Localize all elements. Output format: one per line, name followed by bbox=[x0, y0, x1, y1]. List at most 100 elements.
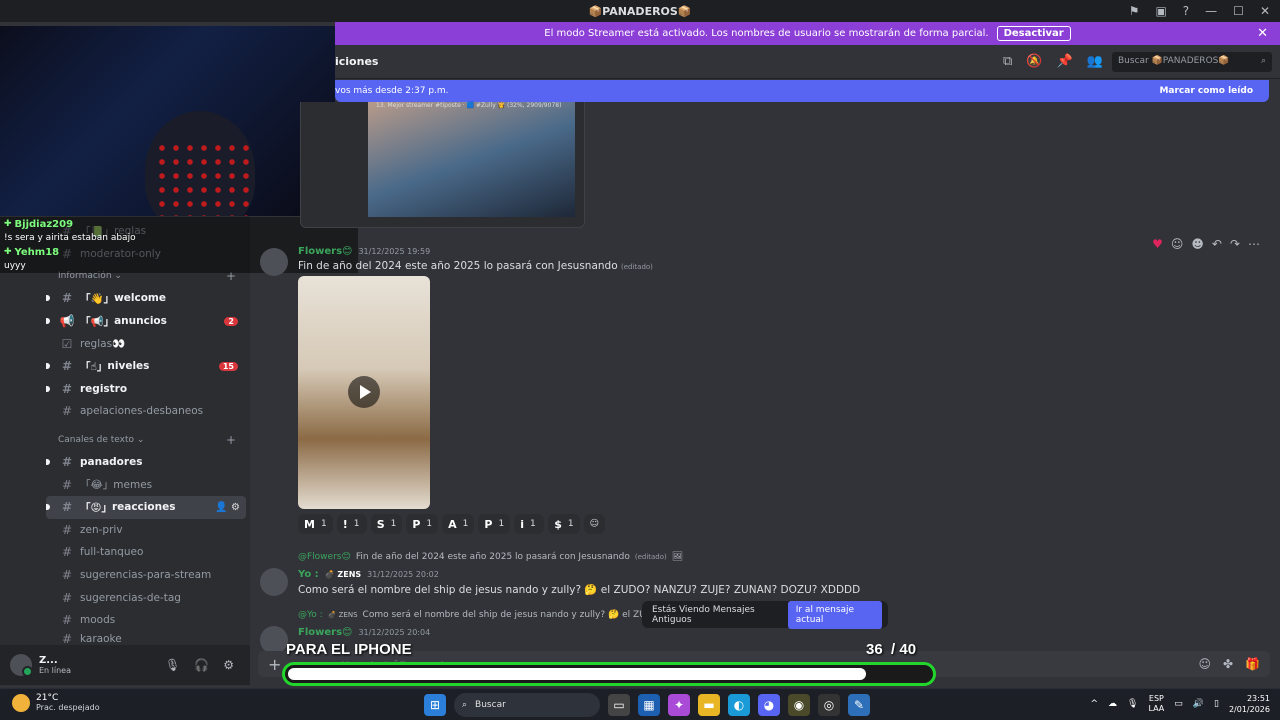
hash-icon: # bbox=[61, 404, 73, 419]
hash-icon: # bbox=[61, 477, 73, 492]
play-icon[interactable] bbox=[348, 376, 380, 408]
avatar[interactable] bbox=[260, 248, 288, 276]
channel-niveles[interactable]: # 「☝」 niveles 15 bbox=[46, 355, 246, 378]
battery-icon[interactable]: ▯ bbox=[1214, 699, 1219, 709]
microphone-icon[interactable]: 🎙 bbox=[165, 658, 180, 672]
language-indicator[interactable]: ESP LAA bbox=[1148, 694, 1164, 714]
volume-icon[interactable]: 🔊 bbox=[1193, 699, 1204, 709]
plus-icon: ✚ bbox=[4, 247, 12, 257]
user-panel: Z... En línea 🎙 🎧 ⚙ bbox=[0, 645, 250, 685]
close-icon[interactable]: ✕ bbox=[1260, 4, 1270, 18]
reaction[interactable]: P1 bbox=[478, 514, 511, 534]
mic-icon[interactable]: 🎙 bbox=[1127, 699, 1138, 709]
reaction[interactable]: S1 bbox=[370, 514, 403, 534]
headphones-icon[interactable]: 🎧 bbox=[194, 658, 209, 672]
minimize-icon[interactable]: — bbox=[1205, 4, 1217, 18]
mute-icon[interactable]: 🔕 bbox=[1026, 54, 1042, 69]
message-header: Yo : 💣 ZENS 31/12/2025 20:02 bbox=[298, 569, 439, 580]
onedrive-icon[interactable]: ☁ bbox=[1108, 699, 1117, 709]
user-info[interactable]: Z... En línea bbox=[39, 655, 71, 675]
more-icon[interactable]: ⋯ bbox=[1248, 237, 1260, 251]
chevron-up-icon[interactable]: ^ bbox=[1090, 699, 1098, 709]
reaction[interactable]: M1 bbox=[298, 514, 333, 534]
jump-to-present-button[interactable]: Ir al mensaje actual bbox=[787, 600, 882, 629]
maximize-icon[interactable]: ☐ bbox=[1233, 4, 1244, 18]
previous-attachment[interactable]: 13. Mejor streamer #tiposte · 🟦 #Zully 👸… bbox=[300, 102, 585, 228]
edge-icon[interactable]: ◐ bbox=[728, 694, 750, 716]
video-attachment[interactable] bbox=[298, 276, 430, 509]
new-messages-bar[interactable]: vos más desde 2:37 p.m. Marcar como leíd… bbox=[335, 80, 1269, 102]
taskbar-apps: ⊞ ⌕ Buscar ▭ ▦ ✦ ▬ ◐ ◕ ◉ ◎ ✎ bbox=[424, 693, 870, 717]
role-tag: 💣 ZENS bbox=[324, 570, 362, 579]
threads-icon[interactable]: ⧉ bbox=[1003, 54, 1012, 69]
close-banner-icon[interactable]: ✕ bbox=[1257, 26, 1268, 41]
monitor-icon[interactable]: ▣ bbox=[1155, 4, 1166, 18]
network-icon[interactable]: ▭ bbox=[1174, 699, 1183, 709]
file-explorer-icon[interactable]: ▬ bbox=[698, 694, 720, 716]
task-view-icon[interactable]: ▭ bbox=[608, 694, 630, 716]
members-icon[interactable]: 👥 bbox=[1087, 54, 1103, 69]
channel-reglas[interactable]: ☑ reglas👀 bbox=[46, 332, 246, 355]
paint-icon[interactable]: ✎ bbox=[848, 694, 870, 716]
mark-read-button[interactable]: Marcar como leído bbox=[1159, 86, 1253, 96]
channel-reacciones[interactable]: # 「😡」 reacciones 👤 ⚙ bbox=[46, 495, 246, 519]
category-canales-texto[interactable]: Canales de texto ⌄ + bbox=[46, 429, 246, 451]
disable-streamer-button[interactable]: Desactivar bbox=[996, 26, 1071, 41]
channel-welcome[interactable]: # 「👋」 welcome bbox=[46, 287, 246, 310]
author-name[interactable]: Flowers😊 bbox=[298, 246, 352, 257]
channel-karaoke[interactable]: # karaoke bbox=[46, 632, 246, 646]
channel-sugerencias-stream[interactable]: # sugerencias-para-stream bbox=[46, 564, 246, 587]
reply-preview[interactable]: @Yo : 💣 ZENS Como será el nombre del shi… bbox=[298, 610, 674, 620]
reaction[interactable]: i1 bbox=[514, 514, 545, 534]
obs-icon[interactable]: ◎ bbox=[818, 694, 840, 716]
add-reaction-button[interactable]: ☺ bbox=[583, 514, 605, 534]
rules-icon: ☑ bbox=[61, 336, 73, 351]
reaction[interactable]: $1 bbox=[548, 514, 580, 534]
avatar[interactable] bbox=[10, 654, 33, 677]
channel-sugerencias-tag[interactable]: # sugerencias-de-tag bbox=[46, 586, 246, 609]
reaction[interactable]: P1 bbox=[406, 514, 439, 534]
discord-icon[interactable]: ◕ bbox=[758, 694, 780, 716]
heart-reaction-icon[interactable]: ♥ bbox=[1152, 237, 1163, 251]
author-name[interactable]: Yo : bbox=[298, 569, 319, 580]
add-channel-icon[interactable]: + bbox=[226, 433, 236, 447]
inbox-icon[interactable]: ⚑ bbox=[1129, 4, 1140, 18]
help-icon[interactable]: ? bbox=[1183, 4, 1189, 18]
add-attachment-icon[interactable]: + bbox=[268, 655, 281, 674]
pin-icon[interactable]: 📌 bbox=[1056, 54, 1072, 69]
clock[interactable]: 23:51 2/01/2026 bbox=[1229, 693, 1270, 715]
gift-icon[interactable]: 🎁 bbox=[1245, 657, 1260, 671]
channel-settings-icon[interactable]: 👤 ⚙ bbox=[215, 502, 240, 513]
start-icon[interactable]: ⊞ bbox=[424, 694, 446, 716]
apps-icon[interactable]: ✤ bbox=[1223, 657, 1233, 671]
emoji-reaction-icon[interactable]: ☺ bbox=[1171, 237, 1184, 251]
search-input[interactable]: Buscar 📦PANADEROS📦 ⌕ bbox=[1112, 52, 1272, 72]
hash-icon: # bbox=[61, 359, 73, 374]
message-body: Fin de año del 2024 este año 2025 lo pas… bbox=[298, 260, 653, 272]
channel-registro[interactable]: # registro bbox=[46, 378, 246, 401]
settings-icon[interactable]: ⚙ bbox=[223, 658, 234, 672]
channel-anuncios[interactable]: 📢 「📢」 anuncios 2 bbox=[46, 310, 246, 333]
avatar[interactable] bbox=[260, 568, 288, 596]
streamer-banner-text: El modo Streamer está activado. Los nomb… bbox=[544, 28, 989, 39]
avatar[interactable] bbox=[260, 626, 288, 654]
forward-icon[interactable]: ↷ bbox=[1230, 237, 1240, 251]
channel-zen-priv[interactable]: # zen-priv bbox=[46, 519, 246, 542]
channel-memes[interactable]: # 「😂」 memes bbox=[46, 473, 246, 496]
add-reaction-icon[interactable]: ☻ bbox=[1191, 237, 1204, 251]
channel-apelaciones[interactable]: # apelaciones-desbaneos bbox=[46, 400, 246, 423]
copilot-icon[interactable]: ✦ bbox=[668, 694, 690, 716]
weather-widget[interactable]: 21°C Prac. despejado bbox=[12, 693, 100, 712]
app-icon[interactable]: ◉ bbox=[788, 694, 810, 716]
author-name[interactable]: Flowers😊 bbox=[298, 627, 352, 638]
channel-panadores[interactable]: # panadores bbox=[46, 451, 246, 474]
store-icon[interactable]: ▦ bbox=[638, 694, 660, 716]
reply-icon[interactable]: ↶ bbox=[1212, 237, 1222, 251]
reaction[interactable]: ! 1 bbox=[336, 514, 367, 534]
channel-moods[interactable]: # moods bbox=[46, 609, 246, 632]
channel-full-tanqueo[interactable]: # full-tanqueo bbox=[46, 541, 246, 564]
taskbar-search[interactable]: ⌕ Buscar bbox=[454, 693, 600, 717]
reaction[interactable]: A1 bbox=[442, 514, 475, 534]
emoji-icon[interactable]: ☺ bbox=[1198, 657, 1211, 671]
reply-preview[interactable]: @Flowers😊 Fin de año del 2024 este año 2… bbox=[298, 552, 683, 562]
